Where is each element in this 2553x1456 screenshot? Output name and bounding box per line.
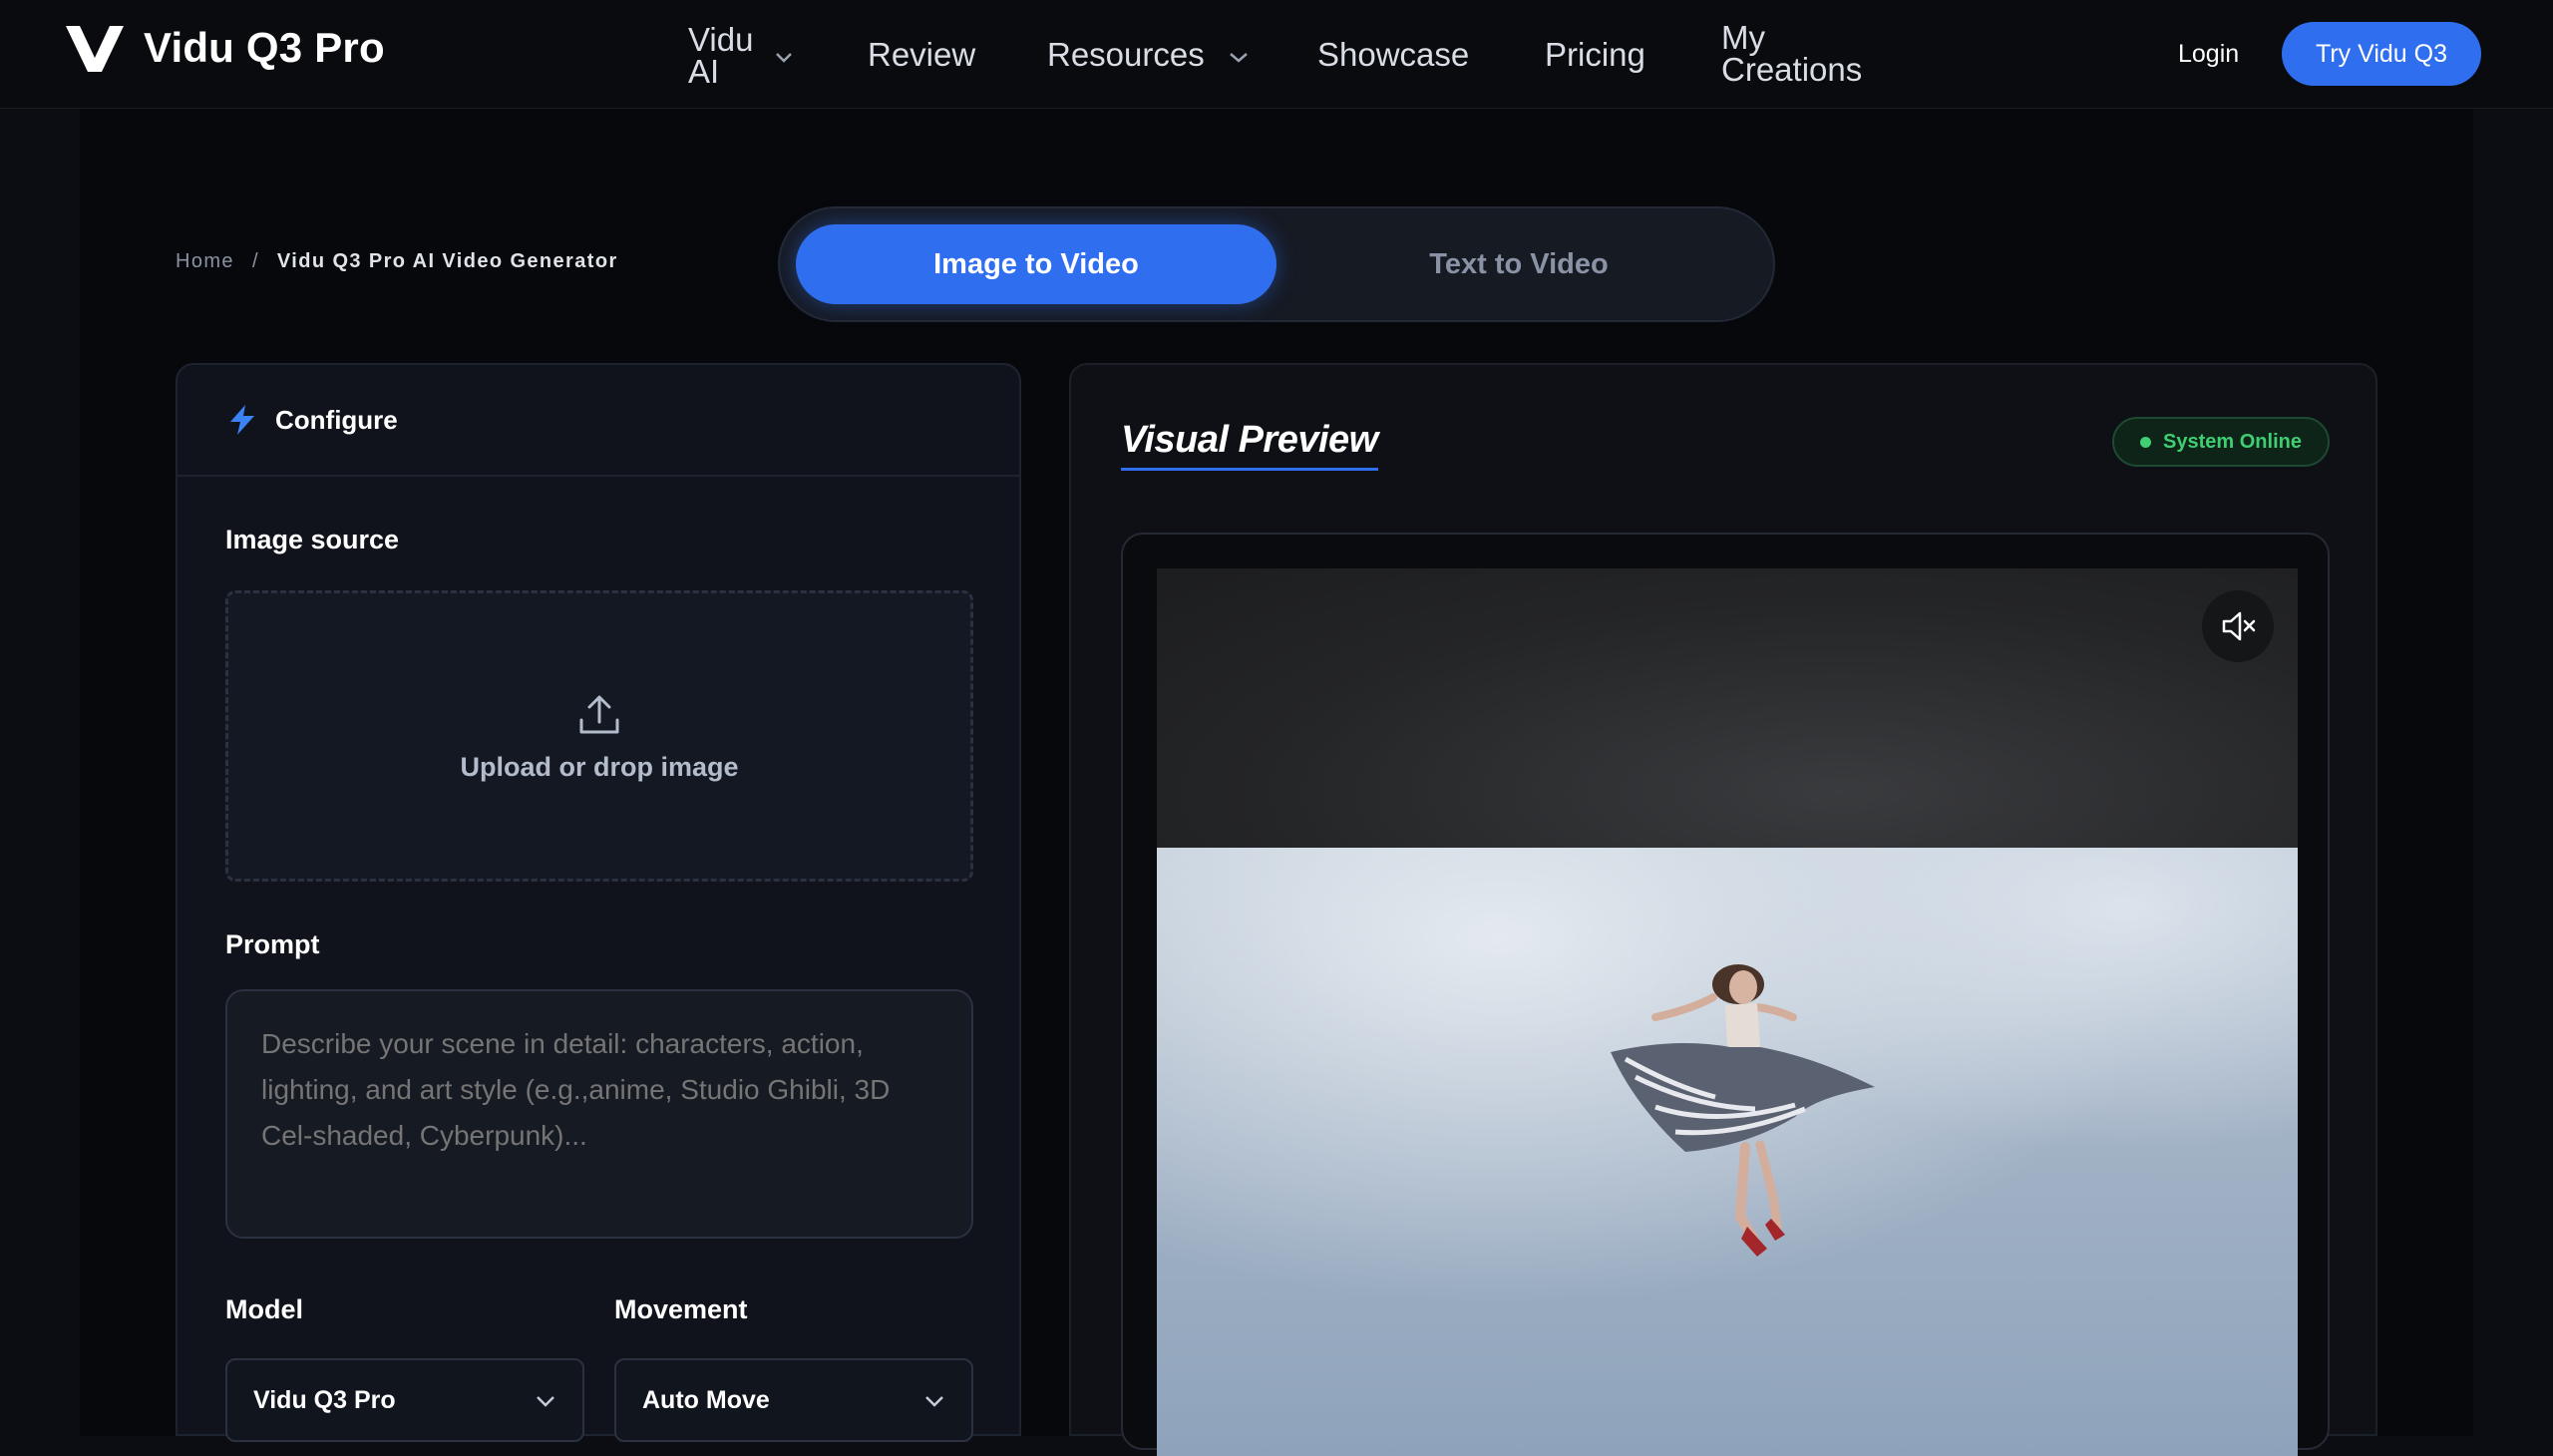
nav-my-creations-label: My Creations xyxy=(1721,19,1863,88)
status-badge: System Online xyxy=(2112,417,2330,467)
try-vidu-button[interactable]: Try Vidu Q3 xyxy=(2282,22,2481,86)
configure-panel: Configure Image source Upload or drop im… xyxy=(176,363,1021,1442)
video-frame-skater xyxy=(1157,848,2298,1456)
model-select-value: Vidu Q3 Pro xyxy=(253,1385,396,1414)
upload-text: Upload or drop image xyxy=(460,751,739,782)
preview-video[interactable] xyxy=(1157,568,2298,1456)
preview-panel: Visual Preview System Online xyxy=(1069,363,2377,1456)
breadcrumb-separator: / xyxy=(251,250,259,272)
movement-label: Movement xyxy=(614,1294,748,1324)
configure-title: Configure xyxy=(275,404,398,435)
nav-pricing-label: Pricing xyxy=(1545,36,1645,73)
upload-icon xyxy=(579,695,619,733)
status-dot-icon xyxy=(2140,436,2152,448)
prompt-label: Prompt xyxy=(225,929,320,959)
tab-text-to-video[interactable]: Text to Video xyxy=(1278,224,1759,304)
video-letterbox xyxy=(1157,568,2298,848)
nav-vidu-ai-label: Vidu AI xyxy=(688,21,754,90)
v-logo-icon xyxy=(66,26,124,72)
lightning-bolt-icon xyxy=(230,405,254,435)
preview-title: Visual Preview xyxy=(1121,419,1378,471)
prompt-input[interactable] xyxy=(225,989,973,1239)
nav-pricing[interactable]: Pricing xyxy=(1545,38,1645,71)
tab-image-to-video[interactable]: Image to Video xyxy=(796,224,1276,304)
brand-name: Vidu Q3 Pro xyxy=(144,24,385,71)
nav-showcase-label: Showcase xyxy=(1317,36,1470,73)
nav-review-label: Review xyxy=(868,36,976,73)
breadcrumb-current: Vidu Q3 Pro AI Video Generator xyxy=(276,250,618,272)
preview-frame xyxy=(1121,533,2330,1456)
nav-review[interactable]: Review xyxy=(868,38,975,71)
status-text: System Online xyxy=(2163,430,2302,453)
movement-select-value: Auto Move xyxy=(642,1385,770,1414)
chevron-down-icon xyxy=(1230,53,1248,63)
nav-my-creations[interactable]: My Creations xyxy=(1721,19,1881,88)
movement-select[interactable]: Auto Move xyxy=(614,1358,973,1442)
top-nav: Vidu Q3 Pro Vidu AI Review Resources Sho… xyxy=(0,0,2553,109)
configure-header: Configure xyxy=(178,365,1019,477)
nav-resources[interactable]: Resources xyxy=(1047,38,1250,71)
brand-logo[interactable]: Vidu Q3 Pro xyxy=(64,22,385,74)
nav-resources-label: Resources xyxy=(1047,36,1205,73)
mode-toggle: Image to Video Text to Video xyxy=(778,206,1775,322)
speaker-muted-icon xyxy=(2222,611,2256,641)
login-link[interactable]: Login xyxy=(2178,40,2239,69)
nav-vidu-ai[interactable]: Vidu AI xyxy=(688,21,798,90)
chevron-down-icon xyxy=(537,1396,554,1407)
chevron-down-icon xyxy=(925,1396,943,1407)
image-upload-dropzone[interactable]: Upload or drop image xyxy=(225,590,973,882)
image-source-label: Image source xyxy=(225,525,400,554)
nav-showcase[interactable]: Showcase xyxy=(1317,38,1469,71)
model-label: Model xyxy=(225,1294,303,1324)
model-select[interactable]: Vidu Q3 Pro xyxy=(225,1358,584,1442)
mute-button[interactable] xyxy=(2202,590,2274,662)
chevron-down-icon xyxy=(776,53,792,63)
breadcrumb: Home / Vidu Q3 Pro AI Video Generator xyxy=(176,250,618,273)
breadcrumb-home[interactable]: Home xyxy=(176,250,234,273)
